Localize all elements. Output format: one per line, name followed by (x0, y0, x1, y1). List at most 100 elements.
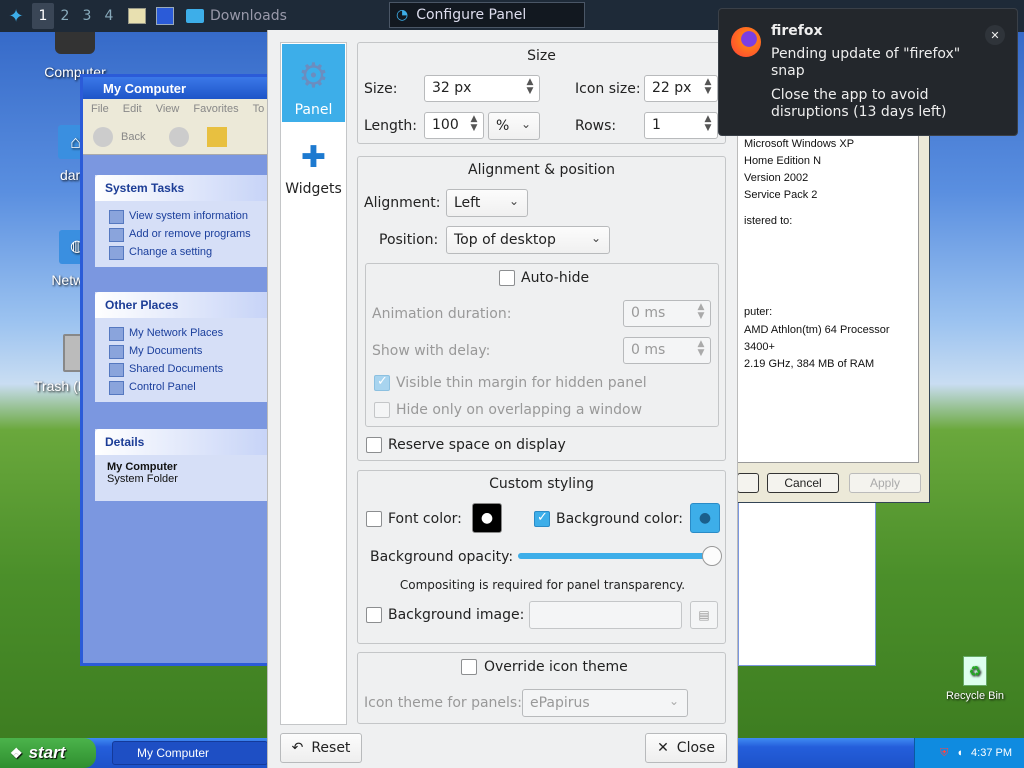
workspace-1[interactable]: 1 (32, 3, 54, 29)
rows-value: 1 (652, 117, 661, 133)
tab-widgets[interactable]: ✚ Widgets (282, 123, 345, 201)
task-configure-panel-label: Configure Panel (416, 7, 527, 23)
system-properties-window: Microsoft Windows XP Home Edition N Vers… (730, 128, 930, 503)
background-color-checkbox[interactable] (534, 510, 550, 527)
details-title[interactable]: Details (95, 429, 270, 455)
window-icon[interactable] (128, 8, 146, 24)
taskbar-item-my-computer[interactable]: My Computer (112, 741, 268, 765)
desktop-icon-computer[interactable]: Computer (40, 30, 110, 80)
alignment-group: Alignment & position Alignment: Left ⌄ P… (357, 156, 726, 461)
task-link[interactable]: Change a setting (95, 243, 270, 261)
gear-icon: ⚙ (298, 56, 329, 96)
thin-margin-checkbox[interactable] (374, 374, 390, 391)
custom-styling-title: Custom styling (489, 476, 594, 492)
animation-duration-value: 0 ms (631, 305, 666, 321)
cancel-button[interactable]: Cancel (767, 473, 839, 493)
chevron-down-icon: ⌄ (520, 117, 531, 131)
menu-tools[interactable]: To (253, 103, 265, 115)
menu-favorites[interactable]: Favorites (193, 103, 238, 115)
task-downloads[interactable]: Downloads (210, 8, 287, 24)
app-launcher-icon[interactable]: ✦ (0, 0, 32, 32)
info-line: istered to: (744, 215, 793, 227)
show-delay-spinbox[interactable]: 0 ms ▲ ▼ (623, 337, 711, 364)
workspace-4[interactable]: 4 (98, 3, 120, 29)
spin-arrows-icon[interactable]: ▲ ▼ (524, 78, 536, 98)
spin-arrows-icon[interactable]: ▲ ▼ (702, 115, 714, 135)
back-button-label[interactable]: Back (121, 131, 145, 143)
system-tasks-panel: System Tasks View system information Add… (95, 175, 270, 267)
desktop-icon-recycle-bin[interactable]: ♻ Recycle Bin (942, 656, 1008, 702)
close-button[interactable]: ✕ Close (645, 733, 727, 763)
animation-duration-spinbox[interactable]: 0 ms ▲ ▼ (623, 300, 711, 327)
forward-icon[interactable] (169, 126, 190, 147)
background-image-label: Background image: (388, 607, 525, 623)
alignment-value: Left (454, 195, 481, 211)
start-button[interactable]: ❖ start (0, 738, 96, 768)
length-unit-select[interactable]: % ⌄ (488, 112, 540, 140)
place-link[interactable]: My Network Places (95, 324, 270, 342)
icon-size-label: Icon size: (575, 81, 641, 97)
icon-size-spinbox[interactable]: 22 px ▲ ▼ (644, 75, 718, 102)
spin-arrows-icon[interactable]: ▲ ▼ (468, 115, 480, 135)
reset-button[interactable]: ↶ Reset (280, 733, 362, 763)
folder-icon (186, 9, 204, 23)
rows-spinbox[interactable]: 1 ▲ ▼ (644, 112, 718, 139)
size-spinbox[interactable]: 32 px ▲ ▼ (424, 75, 540, 102)
category-sidebar: ⚙ Panel ✚ Widgets (280, 42, 347, 725)
info-line: Microsoft Windows XP (744, 138, 855, 150)
menu-edit[interactable]: Edit (123, 103, 142, 115)
font-color-button[interactable]: ● (472, 503, 502, 533)
menu-file[interactable]: File (91, 103, 109, 115)
task-link[interactable]: View system information (95, 207, 270, 225)
opacity-slider-handle[interactable] (702, 546, 722, 566)
font-color-checkbox[interactable] (366, 511, 382, 527)
browse-image-button[interactable]: ▤ (690, 601, 718, 629)
length-spinbox[interactable]: 100 ▲ ▼ (424, 112, 484, 139)
task-configure-panel[interactable]: ◔ Configure Panel (389, 2, 585, 28)
autohide-subgroup: Auto-hide Animation duration: 0 ms ▲ ▼ Sh… (365, 263, 719, 427)
system-tray: ⛨ ◖ 4:37 PM (914, 738, 1024, 768)
volume-icon[interactable]: ◖ (956, 747, 963, 759)
clock[interactable]: 4:37 PM (971, 747, 1012, 759)
workspace-3[interactable]: 3 (76, 3, 98, 29)
spin-arrows-icon[interactable]: ▲ ▼ (702, 78, 714, 98)
shield-icon[interactable]: ⛨ (940, 747, 948, 760)
hide-overlap-checkbox[interactable] (374, 402, 390, 418)
reset-label: Reset (311, 740, 351, 756)
icon-theme-select[interactable]: ePapirus ⌄ (522, 689, 688, 717)
position-select[interactable]: Top of desktop ⌄ (446, 226, 610, 254)
spin-arrows-icon[interactable]: ▲ ▼ (695, 303, 707, 323)
notification-popup[interactable]: firefox Pending update of "firefox" snap… (718, 8, 1018, 136)
back-icon[interactable] (93, 126, 113, 147)
system-tasks-title[interactable]: System Tasks (95, 175, 270, 201)
place-link[interactable]: Control Panel (95, 378, 270, 396)
workspace-2[interactable]: 2 (54, 3, 76, 29)
menu-view[interactable]: View (156, 103, 180, 115)
tab-widgets-label: Widgets (285, 181, 342, 197)
hide-overlap-label: Hide only on overlapping a window (396, 402, 643, 418)
window-title[interactable]: My Computer (83, 77, 272, 99)
task-link[interactable]: Add or remove programs (95, 225, 270, 243)
apply-button[interactable]: Apply (849, 473, 921, 493)
opacity-slider[interactable] (518, 546, 722, 566)
notification-close-button[interactable]: ✕ (985, 25, 1005, 45)
place-link[interactable]: My Documents (95, 342, 270, 360)
reserve-space-checkbox[interactable] (366, 437, 382, 453)
background-image-field[interactable] (529, 601, 682, 629)
spin-arrows-icon[interactable]: ▲ ▼ (695, 340, 707, 360)
background-color-button[interactable]: ● (690, 503, 720, 533)
up-folder-icon[interactable] (207, 126, 228, 147)
size-group: Size Size: 32 px ▲ ▼ Icon size: 22 px ▲ ▼ … (357, 42, 726, 144)
alignment-select[interactable]: Left ⌄ (446, 189, 528, 217)
background-image-checkbox[interactable] (366, 607, 382, 623)
ok-button[interactable] (737, 473, 759, 493)
tab-panel[interactable]: ⚙ Panel (282, 44, 345, 122)
custom-styling-group: Custom styling Font color: ● Background … (357, 470, 726, 644)
place-link[interactable]: Shared Documents (95, 360, 270, 378)
other-places-title[interactable]: Other Places (95, 292, 270, 318)
window-icon[interactable] (156, 7, 174, 25)
override-icon-theme-checkbox[interactable] (461, 659, 477, 675)
info-line: puter: (744, 306, 773, 318)
color-drop-icon: ● (698, 510, 712, 526)
auto-hide-checkbox[interactable] (499, 270, 515, 286)
